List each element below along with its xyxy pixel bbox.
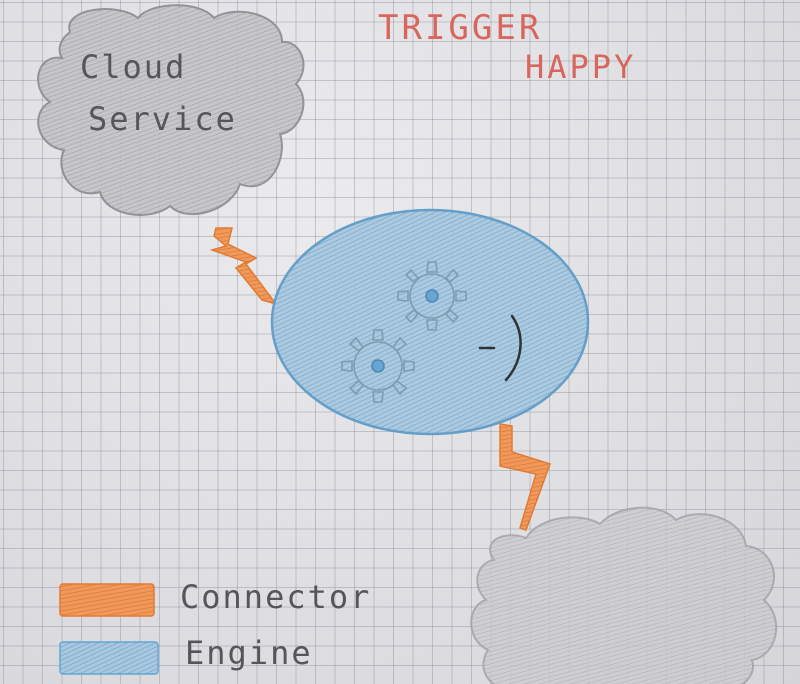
- cloud-bottom-node: [470, 506, 778, 684]
- cloud-service-label-line-1: Cloud: [80, 48, 187, 86]
- legend: [59, 583, 159, 675]
- legend-connector-label: Connector: [180, 578, 372, 616]
- title-line-2: HAPPY: [525, 48, 637, 86]
- graph-paper-canvas: TRIGGER HAPPY Cloud Service Connector En…: [0, 0, 800, 684]
- legend-connector-swatch: [59, 583, 155, 617]
- legend-engine-label: Engine: [185, 634, 313, 672]
- lightning-bolt-icon: [499, 423, 551, 531]
- cloud-service-label-line-2: Service: [88, 100, 237, 138]
- engine-node: [270, 208, 590, 436]
- lightning-bolt-icon: [209, 227, 278, 306]
- legend-engine-swatch: [59, 641, 159, 675]
- title-line-1: TRIGGER: [378, 8, 543, 48]
